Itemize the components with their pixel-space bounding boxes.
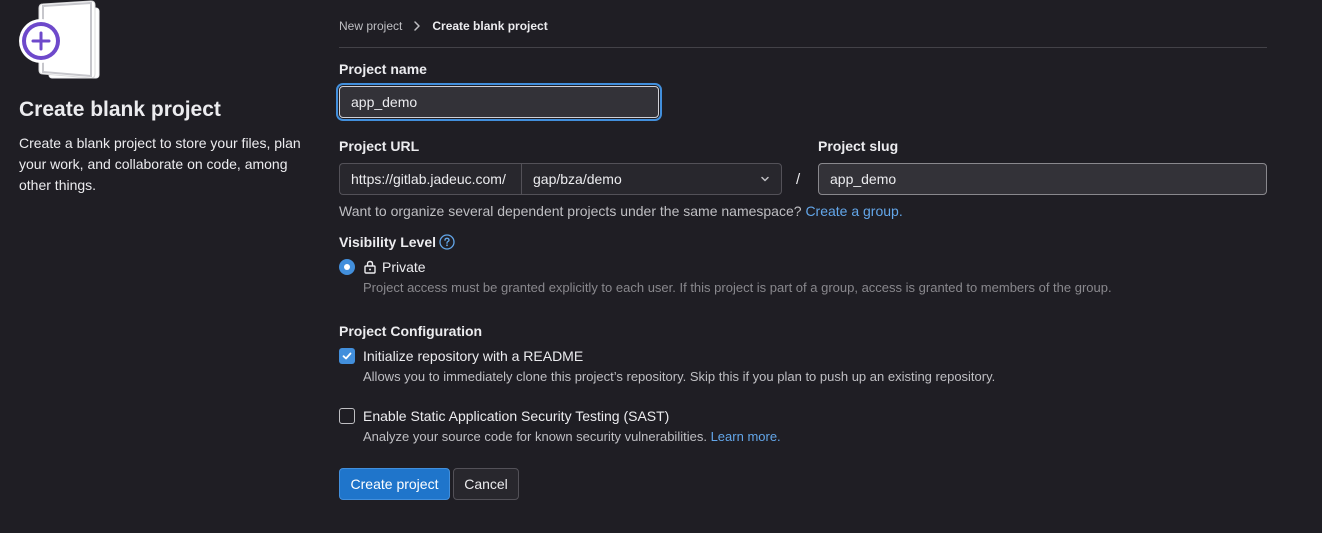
- sast-label[interactable]: Enable Static Application Security Testi…: [363, 408, 669, 424]
- project-slug-label: Project slug: [818, 138, 899, 154]
- chevron-right-icon: [414, 21, 421, 31]
- sast-help: Analyze your source code for known secur…: [363, 429, 781, 444]
- project-name-value: app_demo: [351, 94, 418, 110]
- chevron-down-icon: [761, 176, 769, 182]
- project-url-label: Project URL: [339, 138, 420, 154]
- visibility-private-label: Private: [382, 259, 426, 275]
- project-url-prefix-text: https://gitlab.jadeuc.com/: [351, 171, 506, 187]
- project-slug-value: app_demo: [830, 171, 897, 187]
- cancel-button[interactable]: Cancel: [453, 468, 519, 500]
- project-slug-input[interactable]: app_demo: [818, 163, 1267, 195]
- new-project-illustration-icon: [19, 0, 100, 79]
- sast-help-text: Analyze your source code for known secur…: [363, 429, 707, 444]
- namespace-hint: Want to organize several dependent proje…: [339, 203, 903, 219]
- sast-checkbox[interactable]: [339, 408, 355, 424]
- header-divider: [339, 47, 1267, 48]
- namespace-value: gap/bza/demo: [533, 171, 622, 187]
- readme-help: Allows you to immediately clone this pro…: [363, 369, 996, 384]
- breadcrumb-current: Create blank project: [432, 19, 548, 33]
- visibility-label-text: Visibility Level: [339, 234, 437, 250]
- visibility-private-option[interactable]: Private: [363, 259, 426, 275]
- readme-checkbox[interactable]: [339, 348, 355, 364]
- check-icon: [342, 352, 352, 360]
- project-url-prefix: https://gitlab.jadeuc.com/: [339, 163, 522, 195]
- page-description: Create a blank project to store your fil…: [19, 135, 301, 193]
- readme-label[interactable]: Initialize repository with a README: [363, 348, 583, 364]
- visibility-private-radio[interactable]: [339, 259, 355, 275]
- learn-more-link[interactable]: Learn more.: [711, 429, 781, 444]
- project-name-input[interactable]: app_demo: [339, 86, 659, 118]
- create-blank-project-page: Create blank project Create a blank proj…: [0, 0, 1322, 533]
- question-circle-icon[interactable]: [439, 234, 455, 250]
- visibility-private-help: Project access must be granted explicitl…: [363, 280, 1112, 295]
- project-configuration-label: Project Configuration: [339, 323, 483, 339]
- create-project-button[interactable]: Create project: [339, 468, 450, 500]
- lock-icon: [364, 260, 376, 274]
- breadcrumb: New project Create blank project: [339, 18, 548, 34]
- page-title: Create blank project: [19, 98, 221, 121]
- breadcrumb-new-project[interactable]: New project: [339, 19, 402, 33]
- namespace-hint-text: Want to organize several dependent proje…: [339, 203, 802, 219]
- namespace-select[interactable]: gap/bza/demo: [521, 163, 782, 195]
- create-group-link[interactable]: Create a group.: [805, 203, 902, 219]
- visibility-label: Visibility Level: [339, 234, 455, 250]
- url-slug-separator: /: [796, 171, 801, 188]
- project-name-label: Project name: [339, 61, 427, 77]
